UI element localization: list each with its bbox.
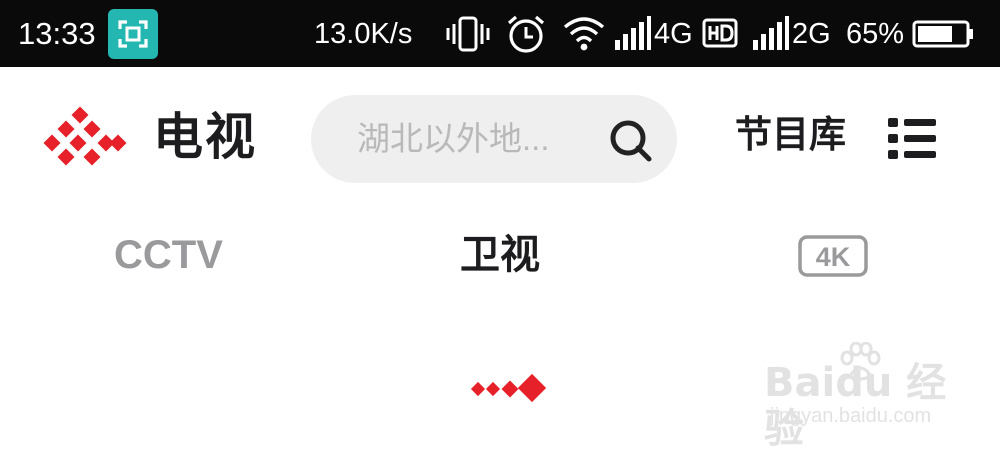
- screenshot-icon[interactable]: [108, 9, 158, 59]
- search-placeholder[interactable]: 湖北以外地...: [357, 119, 550, 159]
- tab-cctv[interactable]: CCTV: [114, 232, 223, 278]
- network-type-2: 2G: [792, 18, 831, 50]
- vibrate-icon: [446, 12, 490, 61]
- page-title: 电视: [153, 109, 257, 165]
- status-bar: 13:33 13.0K/s 4G 2G 65%: [0, 0, 1000, 67]
- tab-satellite[interactable]: 卫视: [460, 232, 540, 278]
- watermark-url: jingyan.baidu.com: [770, 405, 932, 427]
- baidu-watermark: Baidu 经验 jingyan.baidu.com: [760, 342, 960, 452]
- signal-icon: [614, 12, 652, 61]
- signal-icon: [752, 12, 790, 61]
- search-bar[interactable]: 湖北以外地...: [311, 95, 677, 183]
- program-library-link[interactable]: 节目库: [735, 113, 846, 157]
- hd-icon: [702, 12, 738, 61]
- battery-icon: [912, 12, 976, 61]
- network-type-1: 4G: [654, 18, 693, 50]
- search-icon[interactable]: [607, 117, 655, 165]
- loading-indicator-icon: [470, 372, 548, 406]
- alarm-icon: [504, 12, 548, 61]
- wifi-icon: [562, 12, 606, 61]
- status-time: 13:33: [18, 16, 96, 51]
- list-menu-icon[interactable]: [886, 115, 938, 161]
- tab-4k-label: 4K: [816, 242, 851, 272]
- battery-percent: 65%: [846, 18, 905, 50]
- app-header: 电视 湖北以外地... 节目库: [0, 67, 1000, 207]
- tab-4k[interactable]: 4K: [798, 235, 868, 277]
- network-speed: 13.0K/s: [314, 18, 413, 50]
- tv-logo-icon: [42, 105, 128, 169]
